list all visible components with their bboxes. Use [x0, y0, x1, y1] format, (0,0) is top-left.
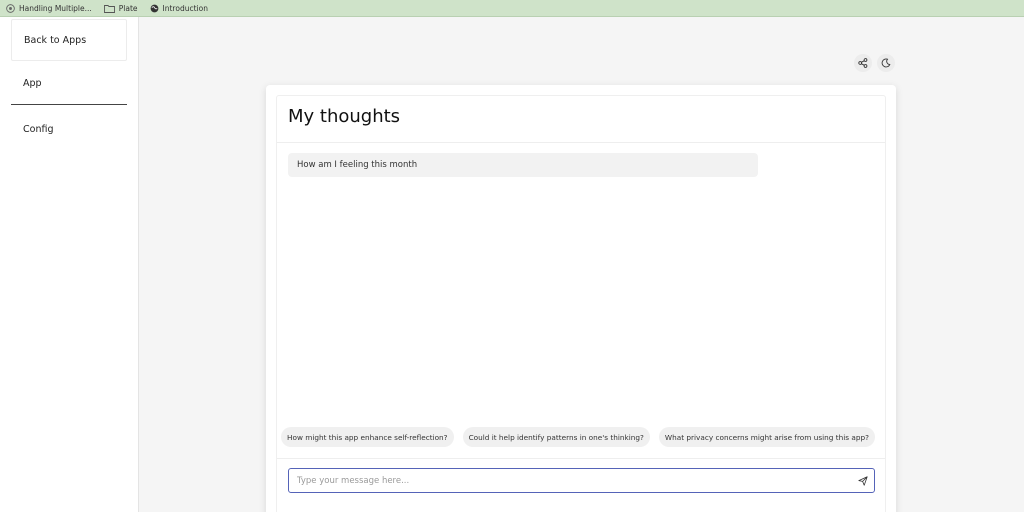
title-divider — [277, 142, 885, 143]
message-input[interactable] — [297, 475, 837, 486]
globe-icon — [150, 4, 158, 12]
suggestion-chip[interactable]: How might this app enhance self-reflecti… — [281, 427, 454, 447]
chat-panel: My thoughts How am I feeling this month … — [276, 95, 886, 512]
bookmark-plate[interactable]: Plate — [103, 3, 138, 13]
chat-card: My thoughts How am I feeling this month … — [266, 85, 896, 512]
sidebar-item-label: Config — [23, 123, 54, 135]
send-button[interactable] — [857, 475, 869, 487]
suggestion-chip[interactable]: What privacy concerns might arise from u… — [658, 427, 875, 447]
send-icon — [858, 476, 868, 486]
input-divider — [277, 458, 885, 459]
suggestion-chip[interactable]: Could it help identify patterns in one's… — [462, 427, 650, 447]
share-icon — [858, 58, 868, 68]
share-button[interactable] — [854, 54, 872, 72]
sidebar: Back to Apps App Config — [0, 17, 139, 512]
sidebar-item-app[interactable]: App — [11, 63, 127, 105]
back-to-apps-label: Back to Apps — [24, 34, 87, 46]
theme-toggle-button[interactable] — [877, 54, 895, 72]
bookmarks-bar: Handling Multiple... Plate Introduction — [0, 0, 1024, 17]
sidebar-item-config[interactable]: Config — [11, 108, 127, 150]
moon-icon — [881, 58, 891, 68]
back-to-apps-button[interactable]: Back to Apps — [11, 19, 127, 61]
bookmark-label: Handling Multiple... — [19, 3, 92, 13]
sidebar-item-label: App — [23, 78, 42, 89]
folder-icon — [103, 4, 115, 13]
page-title: My thoughts — [288, 106, 401, 127]
bookmark-introduction[interactable]: Introduction — [150, 4, 208, 13]
user-message: How am I feeling this month — [288, 153, 758, 177]
bookmark-label: Plate — [118, 3, 138, 13]
bookmark-label: Introduction — [162, 3, 208, 13]
message-input-box — [288, 468, 875, 493]
message-text: How am I feeling this month — [297, 160, 418, 170]
bookmark-handling-multiple[interactable]: Handling Multiple... — [6, 4, 92, 13]
github-icon — [6, 3, 15, 13]
suggestion-chips: How might this app enhance self-reflecti… — [281, 427, 884, 447]
